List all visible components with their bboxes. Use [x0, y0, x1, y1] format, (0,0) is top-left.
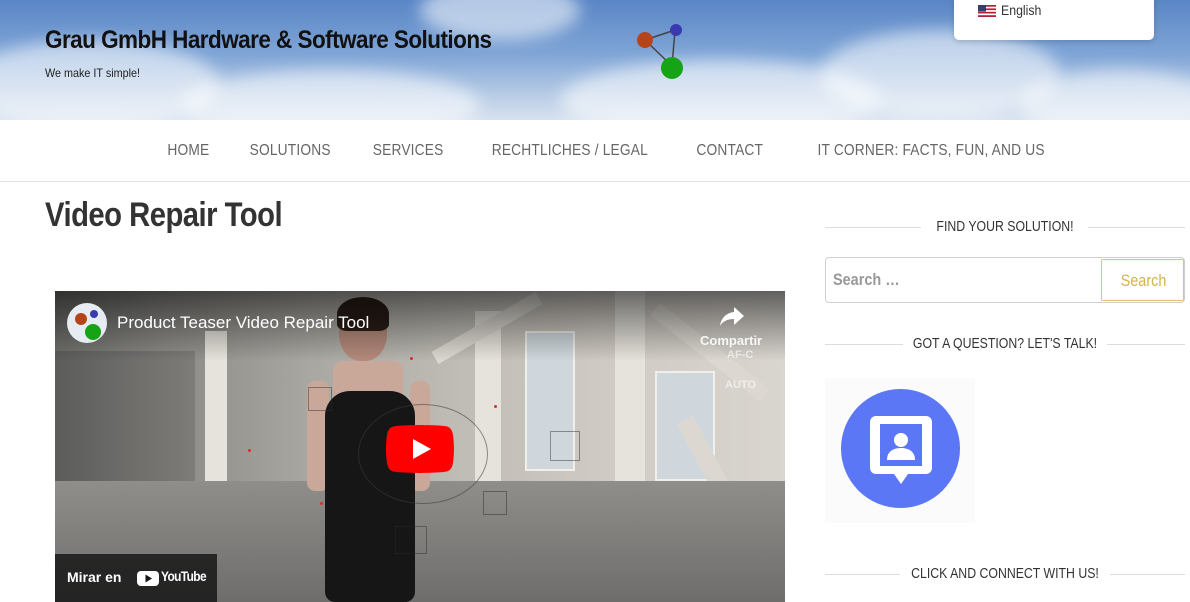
main-navigation: HOME SOLUTIONS SERVICES RECHTLICHES / LE… — [0, 120, 1190, 182]
nav-item-services[interactable]: SERVICES — [373, 142, 444, 160]
search-widget-heading: FIND YOUR SOLUTION! — [825, 218, 1185, 238]
channel-logo-icon — [75, 310, 101, 340]
channel-avatar[interactable] — [67, 303, 107, 343]
site-title[interactable]: Grau GmbH Hardware & Software Solutions — [45, 26, 492, 55]
watch-on-label: Mirar en — [67, 569, 122, 585]
video-focus-box — [395, 526, 427, 554]
contact-widget-title: GOT A QUESTION? LET'S TALK! — [912, 335, 1098, 352]
video-focus-box — [308, 387, 332, 411]
camera-hud-af: AF-C — [727, 349, 754, 361]
play-button-icon[interactable] — [386, 425, 454, 473]
site-tagline: We make IT simple! — [45, 66, 141, 80]
watch-on-youtube-button[interactable]: Mirar en YouTube — [55, 554, 217, 602]
search-button[interactable]: Search — [1101, 259, 1184, 301]
video-focus-point — [320, 502, 323, 505]
share-icon[interactable] — [719, 304, 745, 328]
video-focus-point — [494, 405, 497, 408]
language-label[interactable]: English — [1001, 2, 1041, 18]
contact-widget-heading: GOT A QUESTION? LET'S TALK! — [825, 335, 1185, 355]
connect-widget-heading: CLICK AND CONNECT WITH US! — [825, 565, 1185, 585]
youtube-video-embed[interactable]: Product Teaser Video Repair Tool Compart… — [55, 291, 785, 602]
nav-item-legal[interactable]: RECHTLICHES / LEGAL — [492, 142, 648, 160]
share-label[interactable]: Compartir — [700, 333, 762, 348]
connect-widget-title: CLICK AND CONNECT WITH US! — [911, 565, 1099, 582]
nav-item-home[interactable]: HOME — [168, 142, 210, 160]
search-button-label: Search — [1120, 271, 1167, 290]
video-focus-box — [550, 431, 580, 461]
nav-item-solutions[interactable]: SOLUTIONS — [250, 142, 331, 160]
youtube-wordmark: YouTube — [161, 568, 207, 584]
site-header: Grau GmbH Hardware & Software Solutions … — [0, 0, 1190, 120]
search-placeholder: Search … — [833, 270, 900, 289]
video-title[interactable]: Product Teaser Video Repair Tool — [117, 313, 369, 333]
us-flag-icon — [978, 5, 996, 17]
page-title: Video Repair Tool — [45, 196, 283, 234]
video-focus-point — [248, 449, 251, 452]
camera-hud-auto: AUTO — [725, 379, 756, 391]
search-widget-title: FIND YOUR SOLUTION! — [936, 218, 1074, 235]
nav-item-contact[interactable]: CONTACT — [697, 142, 764, 160]
contact-person-icon[interactable] — [870, 416, 932, 486]
video-focus-box — [483, 491, 507, 515]
nav-item-it-corner[interactable]: IT CORNER: FACTS, FUN, AND US — [817, 142, 1044, 160]
language-switcher[interactable]: English — [954, 0, 1154, 40]
company-logo-icon[interactable] — [630, 20, 690, 82]
